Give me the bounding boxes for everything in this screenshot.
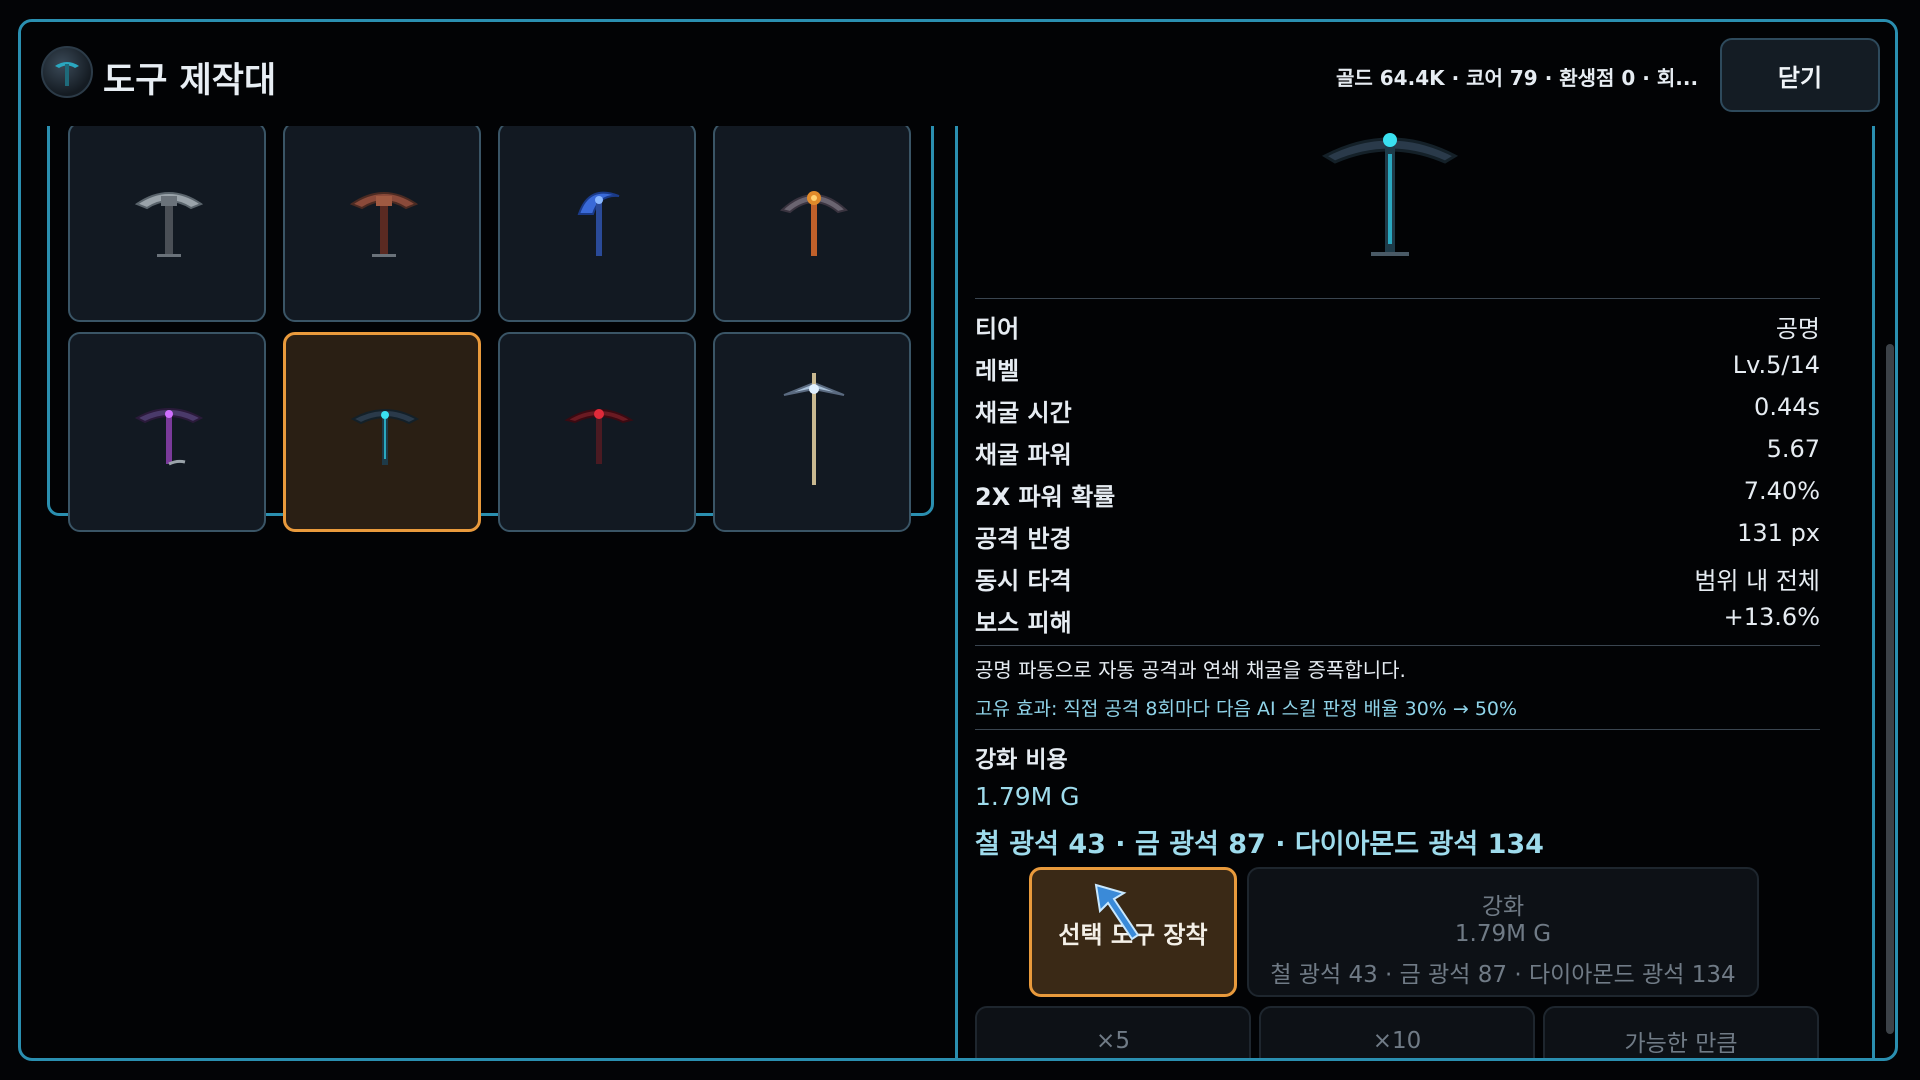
stat-value: 5.67 xyxy=(1766,435,1820,463)
crystal-staff-pickaxe-icon xyxy=(783,373,845,485)
bronze-pickaxe-icon xyxy=(349,192,419,257)
tool-tile-amethyst[interactable] xyxy=(68,332,266,532)
stat-row-mining-power: 채굴 파워 5.67 xyxy=(975,435,1820,475)
stat-label: 티어 xyxy=(975,315,1020,343)
pickaxe-cursor-icon xyxy=(1094,883,1140,941)
stat-value: 131 px xyxy=(1737,519,1820,547)
upgrade-button-ores: 철 광석 43 · 금 광석 87 · 다이아몬드 광석 134 xyxy=(1270,962,1736,988)
amethyst-pickaxe-icon xyxy=(134,408,204,466)
stat-label: 공격 반경 xyxy=(975,525,1072,553)
stat-value: +13.6% xyxy=(1723,603,1820,631)
stat-label: 2X 파워 확률 xyxy=(975,483,1116,511)
stat-label: 채굴 파워 xyxy=(975,441,1072,469)
stat-label: 보스 피해 xyxy=(975,609,1072,637)
stat-row-level: 레벨 Lv.5/14 xyxy=(975,351,1820,391)
resource-summary: 골드 64.4K · 코어 79 · 환생점 0 · 회... xyxy=(1336,66,1699,90)
tool-tile-sapphire[interactable] xyxy=(498,122,696,322)
stat-row-attack-radius: 공격 반경 131 px xyxy=(975,519,1820,559)
upgrade-cost-ores: 철 광석 43 · 금 광석 87 · 다이아몬드 광석 134 xyxy=(975,829,1544,860)
divider xyxy=(975,298,1820,299)
window-title: 도구 제작대 xyxy=(103,61,277,101)
stat-row-multi-hit: 동시 타격 범위 내 전체 xyxy=(975,561,1820,601)
upgrade-cost-label: 강화 비용 xyxy=(975,747,1068,773)
stat-row-double-power-chance: 2X 파워 확률 7.40% xyxy=(975,477,1820,517)
resonance-pickaxe-preview-icon xyxy=(1321,133,1459,256)
stat-label: 레벨 xyxy=(975,357,1020,385)
stat-row-mining-time: 채굴 시간 0.44s xyxy=(975,393,1820,433)
upgrade-button[interactable]: 강화 1.79M G 철 광석 43 · 금 광석 87 · 다이아몬드 광석 … xyxy=(1247,867,1759,997)
upgrade-x10-button[interactable]: ×10 xyxy=(1259,1006,1535,1058)
tool-tile-crystal-staff[interactable] xyxy=(713,332,911,532)
tool-detail-panel: 티어 공명 레벨 Lv.5/14 채굴 시간 0.44s 채굴 파워 5.67 … xyxy=(955,126,1875,1058)
divider xyxy=(975,729,1820,730)
pickaxe-logo-icon xyxy=(41,46,93,98)
tool-tile-bronze[interactable] xyxy=(283,122,481,322)
tool-tile-crimson[interactable] xyxy=(498,332,696,532)
tool-grid-panel xyxy=(47,82,934,532)
upgrade-cost-gold: 1.79M G xyxy=(975,782,1080,811)
stat-row-tier: 티어 공명 xyxy=(975,309,1820,349)
tool-tile-resonance[interactable] xyxy=(283,332,481,532)
close-button[interactable]: 닫기 xyxy=(1720,38,1880,112)
crimson-pickaxe-icon xyxy=(564,409,634,464)
upgrade-button-label: 강화 xyxy=(1481,894,1525,920)
upgrade-max-button[interactable]: 가능한 만큼 xyxy=(1543,1006,1819,1058)
tool-description: 공명 파동으로 자동 공격과 연쇄 채굴을 증폭합니다. xyxy=(975,658,1406,682)
steel-pickaxe-icon xyxy=(134,192,204,257)
header: 도구 제작대 골드 64.4K · 코어 79 · 환생점 0 · 회... 닫… xyxy=(21,22,1895,126)
flame-pickaxe-icon xyxy=(779,191,849,256)
stat-value: 공명 xyxy=(1775,315,1820,343)
resonance-pickaxe-icon xyxy=(350,409,420,465)
stat-value: 7.40% xyxy=(1743,477,1820,505)
stat-label: 동시 타격 xyxy=(975,567,1072,595)
tool-tile-flame[interactable] xyxy=(713,122,911,322)
stat-value: Lv.5/14 xyxy=(1732,351,1820,379)
unique-effect: 고유 효과: 직접 공격 8회마다 다음 AI 스킬 판정 배율 30% → 5… xyxy=(975,698,1518,720)
detail-scrollbar-thumb[interactable] xyxy=(1886,344,1894,1034)
sapphire-pickaxe-icon xyxy=(577,191,620,256)
upgrade-x5-button[interactable]: ×5 xyxy=(975,1006,1251,1058)
tool-tile-steel[interactable] xyxy=(68,122,266,322)
upgrade-button-gold: 1.79M G xyxy=(1454,921,1552,947)
crafting-window: 도구 제작대 골드 64.4K · 코어 79 · 환생점 0 · 회... 닫… xyxy=(18,19,1898,1061)
stat-value: 범위 내 전체 xyxy=(1694,567,1820,595)
stat-value: 0.44s xyxy=(1754,393,1820,421)
divider xyxy=(975,645,1820,646)
stat-label: 채굴 시간 xyxy=(975,399,1072,427)
stat-row-boss-damage: 보스 피해 +13.6% xyxy=(975,603,1820,643)
